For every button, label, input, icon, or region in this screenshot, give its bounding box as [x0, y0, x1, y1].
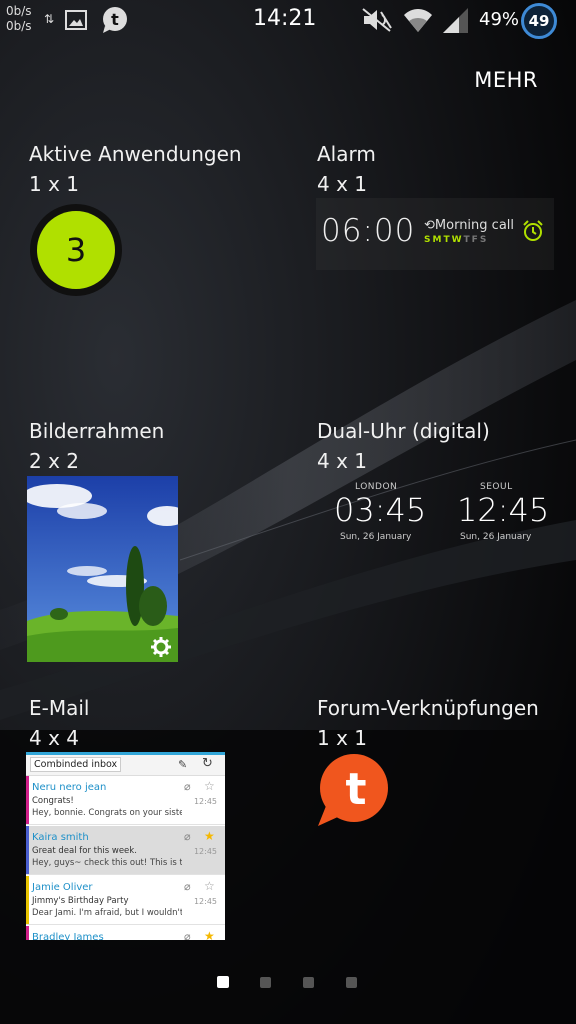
email-time: 12:45 — [193, 897, 217, 906]
widget-size-forum: 1 x 1 — [317, 726, 367, 750]
page-dot-1[interactable] — [217, 976, 229, 988]
page-dot-4[interactable] — [346, 977, 357, 988]
widget-title-photo-frame: Bilderrahmen — [29, 419, 165, 443]
email-list-item[interactable]: Kaira smith Great deal for this week. Hey,… — [26, 826, 225, 875]
email-time: 12:45 — [193, 797, 217, 806]
notification-badge: 49 — [521, 3, 557, 39]
widget-size-alarm: 4 x 1 — [317, 172, 367, 196]
forum-shortcut-widget[interactable]: t — [316, 754, 392, 834]
alarm-day: M — [432, 235, 443, 245]
active-apps-widget[interactable]: 3 — [30, 204, 122, 296]
alarm-label: ⟲Morning call — [424, 218, 514, 233]
email-preview: Dear Jami. I'm afraid, but I wouldn't ..… — [32, 908, 182, 918]
page-dot-2[interactable] — [260, 977, 271, 988]
email-header: Combinded inbox ✎ ↻ — [26, 755, 225, 776]
email-sender: Neru nero jean — [32, 782, 107, 793]
email-sender: Bradley James — [32, 932, 104, 940]
more-button[interactable]: MEHR — [474, 68, 538, 92]
attachment-icon: ⌀ — [184, 930, 191, 940]
widget-title-email: E-Mail — [29, 696, 90, 720]
email-sender: Jamie Oliver — [32, 882, 93, 893]
attachment-icon: ⌀ — [184, 880, 191, 893]
alarm-label-text: Morning call — [434, 218, 515, 233]
email-preview: Hey, bonnie. Congrats on your sister... — [32, 808, 182, 818]
city-date-2: Sun, 26 January — [460, 532, 532, 542]
active-apps-count: 3 — [65, 231, 87, 269]
network-speed: 0b/s 0b/s — [6, 4, 32, 34]
alarm-widget[interactable]: 06:00 ⟲Morning call SMTWTFS — [316, 198, 554, 270]
page-indicator — [0, 975, 576, 991]
widget-size-photo-frame: 2 x 2 — [29, 449, 79, 473]
star-icon[interactable]: ★ — [204, 829, 215, 843]
email-time: 12:45 — [193, 847, 217, 856]
dual-clock-widget[interactable]: LONDON 03:45 Sun, 26 January SEOUL 12:45… — [316, 476, 556, 556]
widget-title-active-apps: Aktive Anwendungen — [29, 142, 242, 166]
inbox-label[interactable]: Combinded inbox — [30, 757, 122, 772]
tapatalk-icon: t — [100, 6, 130, 38]
widget-title-dual-clock: Dual-Uhr (digital) — [317, 419, 490, 443]
clock: 14:21 — [253, 6, 317, 31]
city-date-1: Sun, 26 January — [340, 532, 412, 542]
alarm-day: W — [451, 235, 463, 245]
email-accent-bar — [26, 876, 29, 924]
tapatalk-app-icon: t — [318, 754, 388, 826]
email-list-item[interactable]: Neru nero jean Congrats! Hey, bonnie. Cong… — [26, 776, 225, 825]
data-arrows-icon: ⇅ — [44, 12, 55, 26]
email-subject: Jimmy's Birthday Party — [32, 896, 129, 906]
status-bar: 0b/s 0b/s ⇅ t 14:21 49% 49 — [0, 0, 576, 42]
signal-icon — [441, 6, 469, 38]
netspeed-down: 0b/s — [6, 19, 32, 33]
photo-frame-widget[interactable] — [27, 476, 178, 662]
email-accent-bar — [26, 826, 29, 874]
widget-title-alarm: Alarm — [317, 142, 376, 166]
widget-size-dual-clock: 4 x 1 — [317, 449, 367, 473]
alarm-days: SMTWTFS — [424, 235, 488, 245]
email-accent-bar — [26, 776, 29, 824]
city-time-1: 03:45 — [334, 491, 427, 529]
email-list-item[interactable]: Jamie Oliver Jimmy's Birthday Party Dear J… — [26, 876, 225, 925]
svg-text:t: t — [345, 764, 366, 815]
alarm-time: 06:00 — [321, 213, 416, 249]
alarm-day: F — [471, 235, 479, 245]
mute-icon — [360, 7, 394, 37]
attachment-icon: ⌀ — [184, 830, 191, 843]
battery-percent: 49% — [479, 9, 520, 30]
star-icon[interactable]: ☆ — [204, 879, 215, 893]
widget-size-active-apps: 1 x 1 — [29, 172, 79, 196]
email-sender: Kaira smith — [32, 832, 89, 843]
email-preview: Hey, guys~ check this out! This is th... — [32, 858, 182, 868]
star-icon[interactable]: ☆ — [204, 779, 215, 793]
email-accent-bar — [26, 926, 29, 940]
email-subject: Congrats! — [32, 796, 74, 806]
repeat-icon: ⟲ — [424, 218, 435, 233]
landscape-photo — [27, 476, 178, 662]
settings-gear-icon[interactable] — [150, 636, 172, 658]
alarm-day: S — [479, 235, 488, 245]
star-icon[interactable]: ★ — [204, 929, 215, 940]
refresh-icon[interactable]: ↻ — [202, 756, 213, 771]
netspeed-up: 0b/s — [6, 4, 32, 18]
city-time-2: 12:45 — [457, 491, 550, 529]
alarm-day: T — [443, 235, 451, 245]
wifi-icon — [403, 6, 433, 38]
alarm-clock-icon — [522, 220, 544, 246]
compose-icon[interactable]: ✎ — [178, 758, 187, 771]
email-widget[interactable]: Combinded inbox ✎ ↻ Neru nero jean Congra… — [26, 752, 225, 940]
svg-text:t: t — [111, 10, 119, 29]
email-subject: Great deal for this week. — [32, 846, 137, 856]
widget-title-forum: Forum-Verknüpfungen — [317, 696, 539, 720]
attachment-icon: ⌀ — [184, 780, 191, 793]
widget-size-email: 4 x 4 — [29, 726, 79, 750]
email-list-item[interactable]: Bradley James ⌀ ★ — [26, 926, 225, 940]
alarm-day: T — [463, 235, 471, 245]
alarm-day: S — [424, 235, 432, 245]
page-dot-3[interactable] — [303, 977, 314, 988]
gallery-icon — [64, 8, 88, 36]
